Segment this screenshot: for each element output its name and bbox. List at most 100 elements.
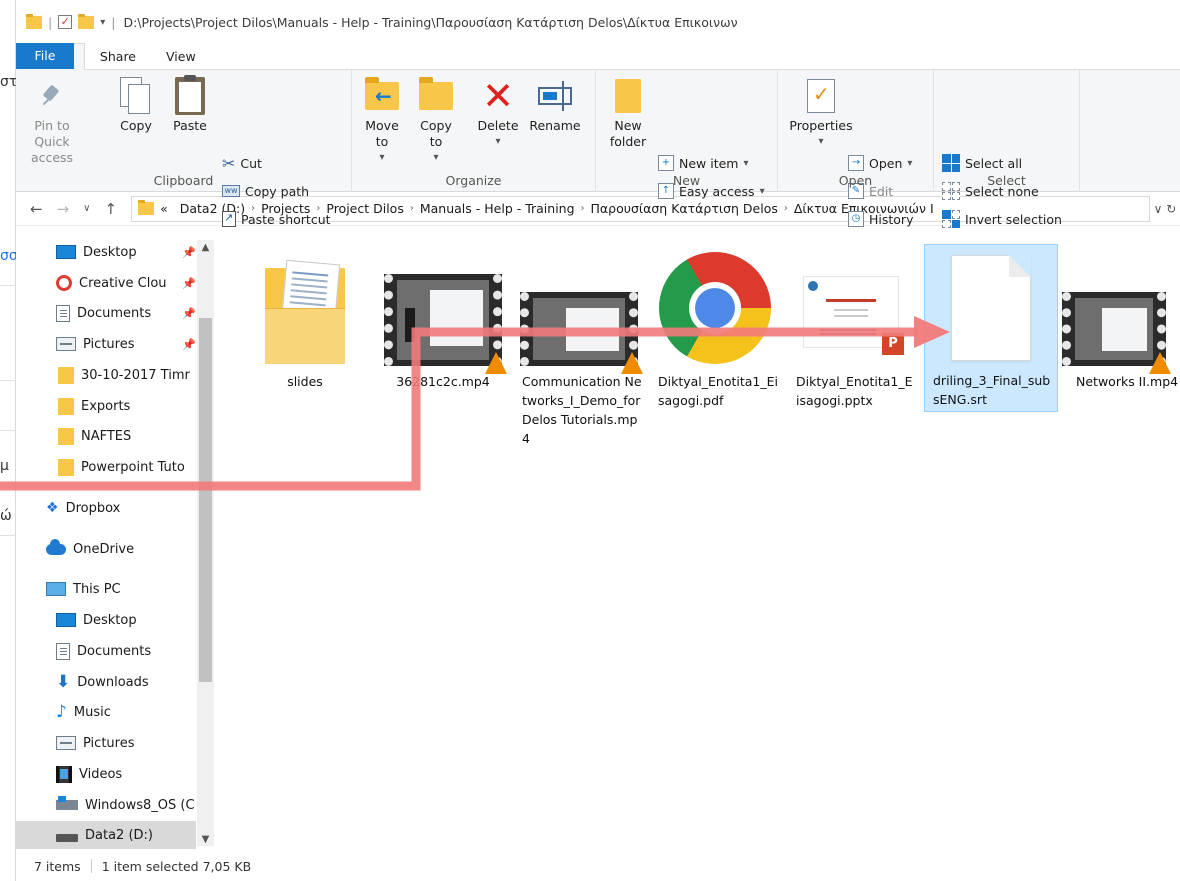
customize-dropdown-icon[interactable]: ▾ xyxy=(100,17,105,28)
select-group: Select all Select none Invert selection … xyxy=(934,70,1080,228)
paste-button[interactable]: Paste xyxy=(168,75,212,134)
file-item-networks-ii[interactable]: Networks II.mp4 xyxy=(1058,246,1180,416)
nav-item-documents[interactable]: Documents xyxy=(16,637,196,665)
crumb-parousiasi[interactable]: Παρουσίαση Κατάρτιση Delos xyxy=(591,201,778,216)
history-button[interactable]: ◷ History xyxy=(848,208,913,230)
nav-item-desktop-quick[interactable]: Desktop 📌 xyxy=(16,238,196,266)
move-to-dropdown-icon: ▾ xyxy=(379,152,385,163)
scissors-icon: ✂ xyxy=(222,153,236,173)
nav-item-naftes[interactable]: NAFTES xyxy=(16,422,196,450)
file-item-pptx[interactable]: P Diktyal_Enotita1_Eisagogi.pptx xyxy=(784,246,918,416)
clipboard-group: Pin to Quick access Copy Paste ✂ Cut ww … xyxy=(16,70,352,227)
tab-file[interactable]: File xyxy=(16,43,74,69)
new-item-button[interactable]: + New item ▾ xyxy=(658,152,749,174)
desktop-icon xyxy=(56,245,76,259)
select-all-button[interactable]: Select all xyxy=(942,152,1022,174)
pin-icon[interactable]: 📌 xyxy=(182,246,196,259)
file-item-slides[interactable]: slides xyxy=(238,246,372,416)
copy-button[interactable]: Copy xyxy=(114,76,158,134)
file-item-srt[interactable]: driling_3_Final_subsENG.srt xyxy=(924,244,1058,412)
copy-to-button[interactable]: Copy to ▾ xyxy=(414,76,458,166)
back-arrow-icon[interactable]: ← xyxy=(30,200,43,218)
paste-shortcut-icon xyxy=(222,211,236,227)
pin-icon[interactable]: 📌 xyxy=(182,307,196,320)
address-dropdown-icon[interactable]: ∨ ↻ xyxy=(1150,202,1180,216)
nav-item-pictures[interactable]: Pictures xyxy=(16,729,196,757)
scroll-up-icon[interactable]: ▲ xyxy=(199,242,212,253)
nav-item-videos[interactable]: Videos xyxy=(16,760,196,788)
overflow-crumb[interactable]: « xyxy=(160,201,168,216)
documents-icon xyxy=(56,304,70,322)
select-all-icon xyxy=(942,154,960,172)
documents-icon xyxy=(56,642,70,660)
vlc-cone-icon xyxy=(485,352,507,374)
copy-icon xyxy=(120,77,152,115)
properties-dropdown-icon: ▾ xyxy=(818,136,824,147)
nav-item-dropbox[interactable]: ❖ Dropbox xyxy=(16,494,196,522)
pin-icon[interactable]: 📌 xyxy=(182,338,196,351)
file-explorer-window: | ✓ ▾ | D:\Projects\Project Dilos\Manual… xyxy=(16,0,1180,881)
move-to-button[interactable]: ← Move to ▾ xyxy=(360,76,404,166)
nav-item-exports[interactable]: Exports xyxy=(16,392,196,420)
tab-share[interactable]: Share xyxy=(85,44,151,69)
delete-button[interactable]: ✕ Delete ▾ xyxy=(476,76,520,150)
organize-group: ← Move to ▾ Copy to ▾ ✕ Delete ▾ Rename … xyxy=(352,70,596,192)
nav-item-timr[interactable]: 30-10-2017 Timr xyxy=(16,361,196,389)
nav-scrollbar-thumb[interactable] xyxy=(199,318,212,682)
file-item-36281c2c[interactable]: 36281c2c.mp4 xyxy=(376,246,510,416)
navigation-pane: Desktop 📌 Creative Clou 📌 Documents 📌 Pi… xyxy=(16,234,216,851)
status-bar: 7 items 1 item selected 7,05 KB xyxy=(16,851,1180,881)
history-icon: ◷ xyxy=(848,211,864,227)
nav-item-creative-cloud[interactable]: Creative Clou 📌 xyxy=(16,269,196,297)
scroll-down-icon[interactable]: ▼ xyxy=(199,834,212,845)
properties-button[interactable]: Properties ▾ xyxy=(786,76,856,150)
vlc-cone-icon xyxy=(621,352,643,374)
folder-icon xyxy=(58,366,74,384)
nav-item-data2[interactable]: Data2 (D:) xyxy=(16,821,196,849)
open-button[interactable]: → Open ▾ xyxy=(848,152,912,174)
ribbon: Pin to Quick access Copy Paste ✂ Cut ww … xyxy=(16,70,1180,228)
nav-item-music[interactable]: ♪ Music xyxy=(16,698,196,726)
file-name: driling_3_Final_subsENG.srt xyxy=(933,373,1051,407)
properties-check-icon[interactable]: ✓ xyxy=(58,15,73,29)
new-folder-button[interactable]: New folder xyxy=(606,76,650,150)
file-item-communication-networks[interactable]: Communication Networks_I_Demo_for Delos … xyxy=(512,246,646,446)
nav-item-powerpoint[interactable]: Powerpoint Tuto xyxy=(16,453,196,481)
crumb-project-dilos[interactable]: Project Dilos xyxy=(326,201,403,216)
nav-item-desktop[interactable]: Desktop xyxy=(16,606,196,634)
music-icon: ♪ xyxy=(56,702,67,722)
folder-icon xyxy=(58,397,74,415)
nav-item-documents-quick[interactable]: Documents 📌 xyxy=(16,299,196,327)
paste-shortcut-button[interactable]: Paste shortcut xyxy=(222,208,331,230)
chevron-right-icon[interactable]: › xyxy=(784,203,788,214)
crumb-manuals[interactable]: Manuals - Help - Training xyxy=(420,201,575,216)
nav-item-windows8[interactable]: Windows8_OS (C xyxy=(16,791,196,819)
file-item-pdf[interactable]: Diktyal_Enotita1_Eisagogi.pdf xyxy=(648,246,782,416)
pin-icon[interactable]: 📌 xyxy=(182,277,196,290)
forward-arrow-icon[interactable]: → xyxy=(57,200,70,218)
paste-icon xyxy=(175,75,205,115)
nav-item-downloads[interactable]: ⬇ Downloads xyxy=(16,668,196,696)
delete-dropdown-icon: ▾ xyxy=(495,136,501,147)
invert-selection-button[interactable]: Invert selection xyxy=(942,208,1062,230)
file-name: Diktyal_Enotita1_Eisagogi.pptx xyxy=(796,374,913,408)
text-file-icon xyxy=(951,255,1031,361)
pin-icon xyxy=(40,84,64,108)
recent-locations-icon[interactable]: ∨ xyxy=(83,203,90,214)
pptx-thumbnail: P xyxy=(803,276,904,355)
open-icon: → xyxy=(848,155,864,171)
new-folder-icon[interactable] xyxy=(78,13,95,29)
folder-icon xyxy=(58,458,74,476)
tab-view[interactable]: View xyxy=(151,44,211,69)
pin-quick-access-button[interactable]: Pin to Quick access xyxy=(22,76,82,166)
rename-button[interactable]: Rename xyxy=(528,76,582,134)
file-name: Diktyal_Enotita1_Eisagogi.pdf xyxy=(658,374,778,408)
this-pc-icon xyxy=(46,582,66,596)
nav-item-pictures-quick[interactable]: Pictures 📌 xyxy=(16,330,196,358)
up-arrow-icon[interactable]: ↑ xyxy=(104,200,117,218)
chevron-right-icon[interactable]: › xyxy=(410,203,414,214)
nav-item-this-pc[interactable]: This PC xyxy=(16,575,196,603)
cut-button[interactable]: ✂ Cut xyxy=(222,152,262,174)
nav-item-onedrive[interactable]: OneDrive xyxy=(16,535,196,563)
chevron-right-icon[interactable]: › xyxy=(581,203,585,214)
